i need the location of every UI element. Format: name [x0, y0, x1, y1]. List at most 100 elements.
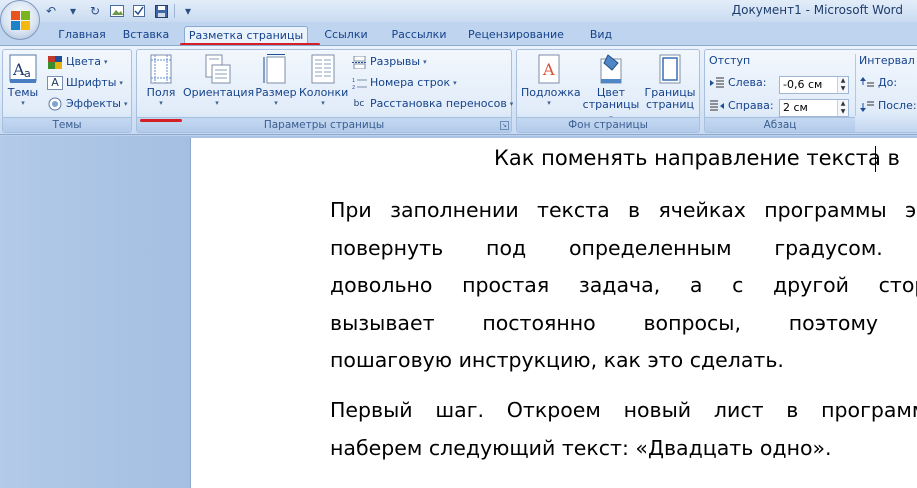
document-line: наберем следующий текст: «Двадцать одно»… — [330, 436, 832, 460]
hyphenation-dropdown-icon: ▾ — [509, 100, 514, 108]
orientation-button[interactable]: Ориентация ▾ — [183, 53, 255, 107]
quick-access-toolbar: ↶ ▾ ↻ ▾ — [42, 2, 197, 20]
document-word: Откроем — [506, 398, 601, 422]
text-cursor — [875, 146, 876, 172]
spacing-title: Интервал — [859, 54, 915, 67]
group-page-setup: Поля ▾ Ориентация ▾ Размер ▾ Колонки ▾ Р… — [136, 49, 514, 133]
document-word: в — [786, 398, 799, 422]
document-line: пошаговую инструкцию, как это сделать. — [330, 348, 784, 372]
themes-dropdown-icon: ▾ — [21, 99, 25, 107]
document-word: а — [689, 273, 703, 297]
effects-icon — [47, 97, 63, 111]
picture-icon[interactable] — [108, 3, 126, 19]
document-word: заполнении — [390, 198, 519, 222]
page-setup-dialog-launcher-icon[interactable]: ↘ — [500, 121, 509, 130]
theme-colors-button[interactable]: Цвета ▾ — [47, 53, 107, 71]
spacing-after-icon — [859, 99, 875, 113]
spacing-before-row[interactable]: До: — [859, 74, 897, 92]
indent-right-spinner-icon[interactable]: ▲ ▼ — [837, 100, 848, 116]
watermark-button[interactable]: A Подложка ▾ — [521, 53, 581, 107]
document-word: ячейках — [658, 198, 746, 222]
group-page-background-label: Фон страницы — [517, 117, 699, 132]
undo-icon[interactable]: ↶ — [42, 3, 60, 19]
tab-review[interactable]: Рецензирование — [463, 26, 569, 46]
margins-label: Поля — [146, 86, 176, 99]
document-word: При — [330, 198, 372, 222]
effects-label: Эффекты — [66, 97, 121, 110]
office-logo-icon — [11, 11, 30, 30]
indent-left-label: Слева: — [728, 76, 767, 89]
tab-mailings[interactable]: Рассылки — [386, 26, 452, 46]
themes-button[interactable]: A a Темы ▾ — [5, 53, 41, 107]
themes-button-label: Темы — [7, 86, 39, 99]
document-word: лист — [713, 398, 764, 422]
spacing-after-row[interactable]: После: — [859, 97, 917, 115]
page-borders-button[interactable]: Границы страниц — [643, 53, 697, 111]
size-label: Размер — [255, 86, 297, 99]
page-borders-icon — [655, 53, 685, 85]
window-title: Документ1 - Microsoft Word — [731, 3, 903, 17]
indent-left-input[interactable]: -0,6 см ▲ ▼ — [779, 76, 849, 94]
hyphenation-label: Расстановка переносов — [370, 97, 507, 110]
document-word: довольно — [330, 273, 433, 297]
tab-view[interactable]: Вид — [583, 26, 619, 46]
columns-icon — [308, 53, 338, 85]
page-borders-label-2: страниц — [645, 98, 694, 111]
document-word: программе — [821, 398, 917, 422]
document-line: Первый шаг. Откроем новый листв программе — [330, 398, 917, 422]
ribbon: A a Темы ▾ Цвета ▾ A Шрифты ▾ Эффекты ▾ … — [0, 45, 917, 142]
indent-right-input[interactable]: 2 см ▲ ▼ — [779, 99, 849, 117]
indent-title: Отступ — [709, 54, 751, 67]
document-word: другой — [773, 273, 849, 297]
page-color-button[interactable]: Цвет страницы ▾ — [581, 53, 641, 124]
margins-button[interactable]: Поля ▾ — [141, 53, 181, 107]
columns-label: Колонки — [299, 86, 349, 99]
office-button[interactable] — [0, 0, 40, 40]
breaks-dropdown-icon: ▾ — [423, 58, 427, 66]
group-page-background: A Подложка ▾ Цвет страницы ▾ — [516, 49, 700, 133]
save-icon[interactable] — [152, 3, 170, 19]
size-dropdown-icon: ▾ — [274, 99, 278, 107]
document-word: программы — [764, 198, 887, 222]
spacing-before-label: До: — [878, 76, 898, 89]
watermark-label: Подложка — [521, 86, 581, 99]
document-left-margin-area — [0, 136, 190, 488]
document-word: градусом. — [774, 235, 883, 260]
document-word: наберем следующий текст: «Двадцать одно»… — [330, 435, 832, 460]
colors-label: Цвета — [66, 55, 101, 68]
indent-left-label-row: Слева: — [709, 74, 766, 92]
line-numbers-label: Номера строк — [370, 76, 451, 89]
indent-left-spinner-icon[interactable]: ▲ ▼ — [837, 77, 848, 93]
columns-button[interactable]: Колонки ▾ — [299, 53, 349, 107]
orientation-label: Ориентация — [183, 86, 255, 99]
columns-dropdown-icon: ▾ — [321, 99, 325, 107]
checkbox-icon[interactable] — [130, 3, 148, 19]
document-word: под — [486, 235, 527, 260]
document-heading[interactable]: Как поменять направление текста в — [494, 146, 900, 170]
redo-icon[interactable]: ↻ — [86, 3, 104, 19]
theme-effects-button[interactable]: Эффекты ▾ — [47, 95, 128, 113]
size-icon — [261, 53, 291, 85]
document-word: в — [628, 198, 641, 222]
line-numbers-button[interactable]: 12 Номера строк ▾ — [351, 74, 457, 92]
group-themes-label: Темы — [3, 117, 131, 132]
document-word: с — [732, 273, 744, 297]
customize-qat-icon[interactable]: ▾ — [179, 3, 197, 19]
tab-references[interactable]: Ссылки — [318, 26, 374, 46]
breaks-label: Разрывы — [370, 55, 421, 68]
fonts-label: Шрифты — [66, 76, 117, 89]
title-bar: ↶ ▾ ↻ ▾ Документ1 - Microsoft Word — [0, 0, 917, 22]
hyphenation-button[interactable]: bc Расстановка переносов ▾ — [351, 95, 514, 113]
effects-dropdown-icon: ▾ — [124, 100, 128, 108]
colors-dropdown-icon: ▾ — [103, 58, 108, 66]
tab-insert[interactable]: Вставка — [116, 26, 176, 46]
tab-home[interactable]: Главная — [50, 26, 114, 46]
document-line: При заполнении текстав ячейках программы экс — [330, 198, 917, 222]
undo-dropdown-icon[interactable]: ▾ — [64, 3, 82, 19]
indent-right-label: Справа: — [728, 99, 774, 112]
breaks-button[interactable]: Разрывы ▾ — [351, 53, 427, 71]
theme-fonts-button[interactable]: A Шрифты ▾ — [47, 74, 123, 92]
watermark-icon: A — [534, 53, 564, 85]
margins-icon — [146, 53, 176, 85]
size-button[interactable]: Размер ▾ — [255, 53, 297, 107]
